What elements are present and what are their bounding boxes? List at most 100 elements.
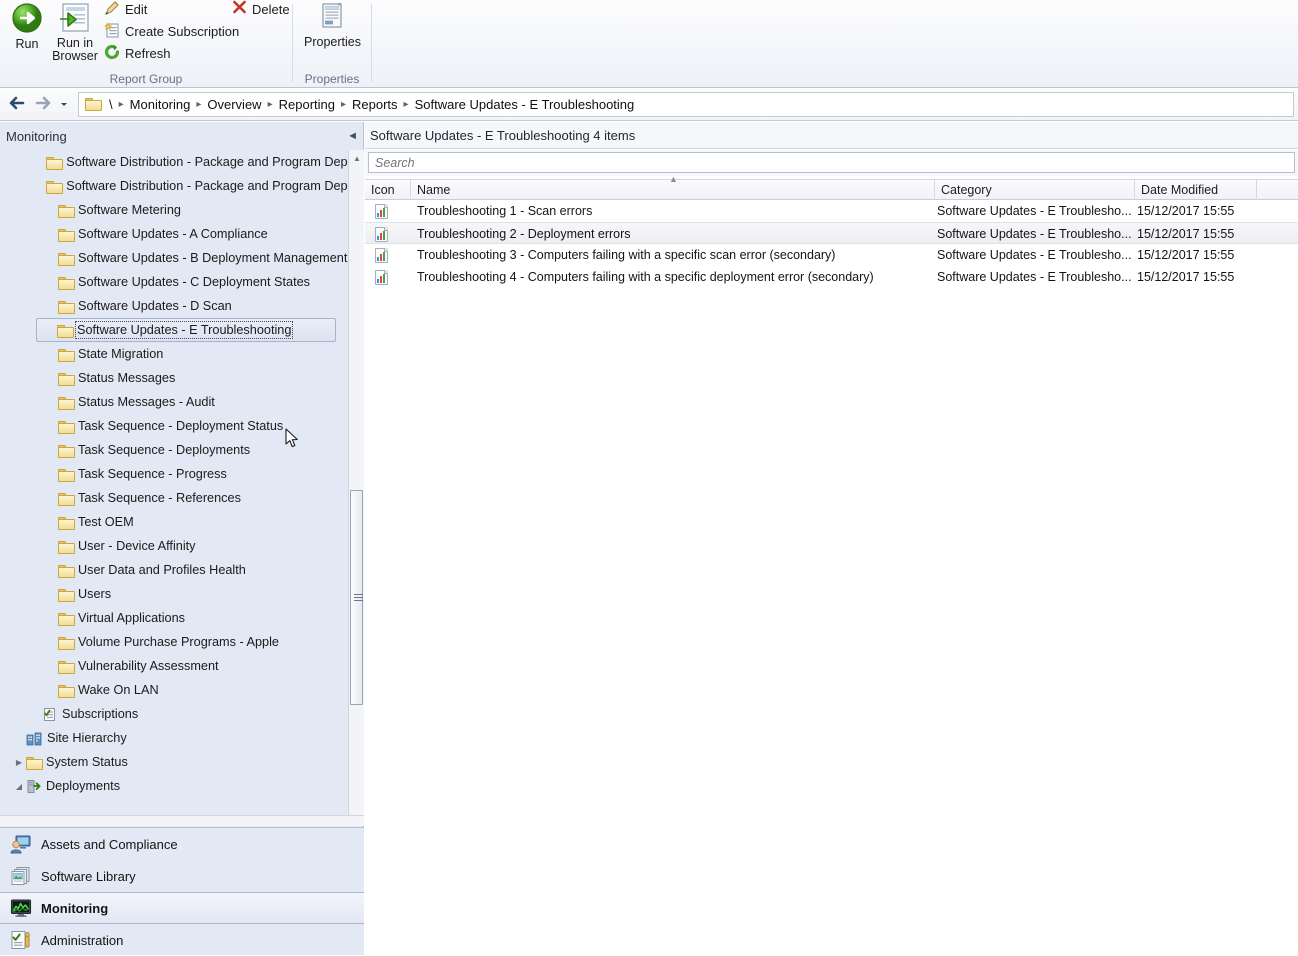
chevron-down-icon[interactable]: ◢ <box>12 782 26 791</box>
tree-item[interactable]: Software Updates - B Deployment Manageme… <box>0 246 348 270</box>
breadcrumb-item-reporting[interactable]: Reporting <box>274 97 340 112</box>
column-header-name[interactable]: Name ▲ <box>411 174 935 200</box>
folder-icon <box>58 492 75 506</box>
tree-item[interactable]: Vulnerability Assessment <box>0 654 348 678</box>
tree-item[interactable]: Users <box>0 582 348 606</box>
breadcrumb-separator: ▸ <box>340 99 347 110</box>
forward-arrow-icon <box>33 93 53 116</box>
tree-item[interactable]: Status Messages - Audit <box>0 390 348 414</box>
tree-expander-spacer <box>44 614 58 623</box>
search-input[interactable] <box>368 152 1295 173</box>
properties-button[interactable]: Properties <box>304 2 361 49</box>
tree-item[interactable]: Task Sequence - Deployment Status <box>0 414 348 438</box>
forward-button[interactable] <box>30 92 56 118</box>
folder-icon <box>58 396 75 410</box>
administration-icon <box>10 930 32 950</box>
column-header-name-label: Name <box>417 183 451 197</box>
refresh-button[interactable]: Refresh <box>104 44 171 63</box>
tree-vertical-scrollbar[interactable]: ▲ ▼ <box>348 150 364 826</box>
tree-item[interactable]: State Migration <box>0 342 348 366</box>
tree-expander-spacer <box>44 446 58 455</box>
breadcrumb-separator: ▸ <box>118 99 124 110</box>
chevron-down-icon <box>59 98 69 112</box>
tree-item[interactable]: Virtual Applications <box>0 606 348 630</box>
back-button[interactable] <box>4 92 30 118</box>
table-cell-icon <box>375 200 411 222</box>
tree-item[interactable]: Site Hierarchy <box>0 726 348 750</box>
tree-expander-spacer <box>44 686 58 695</box>
tree-item-selected[interactable]: Software Updates - E Troubleshooting <box>36 318 336 342</box>
table-cell-category: Software Updates - E Troublesho... <box>937 227 1132 241</box>
tree-item[interactable]: Software Metering <box>0 198 348 222</box>
tree-item[interactable]: User Data and Profiles Health <box>0 558 348 582</box>
workspace-button-software-library[interactable]: Software Library <box>0 860 364 892</box>
tree-item[interactable]: Software Updates - C Deployment States <box>0 270 348 294</box>
run-button[interactable]: Run <box>6 2 48 51</box>
breadcrumb-item-overview[interactable]: Overview <box>202 97 266 112</box>
breadcrumb-item-current[interactable]: Software Updates - E Troubleshooting <box>410 97 640 112</box>
tree-item[interactable]: Status Messages <box>0 366 348 390</box>
tree-horizontal-scrollbar[interactable] <box>0 815 364 826</box>
breadcrumb[interactable]: \ ▸ Monitoring ▸ Overview ▸ Reporting ▸ … <box>78 92 1294 117</box>
table-cell-date: 15/12/2017 15:55 <box>1137 270 1235 284</box>
column-header-icon[interactable]: Icon <box>365 180 411 200</box>
tree-item[interactable]: Wake On LAN <box>0 678 348 702</box>
workspace-button-assets-and-compliance[interactable]: Assets and Compliance <box>0 828 364 860</box>
tree-item[interactable]: Subscriptions <box>0 702 348 726</box>
folder-icon <box>58 444 75 458</box>
scroll-up-arrow-icon[interactable]: ▲ <box>349 150 365 166</box>
table-row[interactable]: Troubleshooting 3 - Computers failing wi… <box>365 244 1298 266</box>
ribbon-group-divider-2 <box>371 4 372 82</box>
breadcrumb-root[interactable]: \ <box>104 97 118 112</box>
tree-item-label: State Migration <box>78 347 164 361</box>
table-body: Troubleshooting 1 - Scan errors Software … <box>365 200 1298 288</box>
folder-icon <box>58 516 75 530</box>
workspace-button-label: Assets and Compliance <box>41 836 178 852</box>
tree-item[interactable]: Software Updates - D Scan <box>0 294 348 318</box>
workspace-button-administration[interactable]: Administration <box>0 924 364 956</box>
tree-item-label: System Status <box>46 755 128 769</box>
table-cell-category: Software Updates - E Troublesho... <box>937 270 1132 284</box>
breadcrumb-item-monitoring[interactable]: Monitoring <box>125 97 196 112</box>
column-header-date-label: Date Modified <box>1141 183 1219 197</box>
edit-button[interactable]: Edit <box>104 0 147 19</box>
chevron-right-icon[interactable]: ▶ <box>12 758 26 767</box>
table-row[interactable]: Troubleshooting 1 - Scan errors Software … <box>365 200 1298 222</box>
delete-button[interactable]: Delete <box>232 0 290 18</box>
column-header-date[interactable]: Date Modified <box>1135 180 1257 200</box>
column-header-category[interactable]: Category <box>935 180 1135 200</box>
monitoring-icon <box>10 898 32 918</box>
breadcrumb-item-reports[interactable]: Reports <box>347 97 403 112</box>
tree-item[interactable]: Software Distribution - Package and Prog… <box>0 150 348 174</box>
workspace-button-monitoring[interactable]: Monitoring <box>0 892 364 924</box>
properties-button-label: Properties <box>304 35 361 49</box>
tree-item[interactable]: ▶ System Status <box>0 750 348 774</box>
run-in-browser-label-line2: Browser <box>52 49 98 63</box>
red-x-icon <box>232 0 247 18</box>
report-icon <box>375 247 388 263</box>
folder-icon <box>57 324 74 338</box>
tree-item[interactable]: Task Sequence - Deployments <box>0 438 348 462</box>
history-dropdown-button[interactable] <box>56 92 72 118</box>
tree-item[interactable]: Task Sequence - References <box>0 486 348 510</box>
tree-item[interactable]: Task Sequence - Progress <box>0 462 348 486</box>
tree-expander-spacer <box>44 398 58 407</box>
tree-item[interactable]: ◢ Deployments <box>0 774 348 798</box>
tree-scrollbar-thumb[interactable] <box>350 490 363 705</box>
tree-item[interactable]: Volume Purchase Programs - Apple <box>0 630 348 654</box>
tree-item[interactable]: Software Distribution - Package and Prog… <box>0 174 348 198</box>
navigation-tree[interactable]: Software Distribution - Package and Prog… <box>0 150 348 826</box>
tree-item-label: Status Messages - Audit <box>78 395 215 409</box>
collapse-left-icon[interactable]: ◄ <box>347 130 358 142</box>
workspace-button-label: Administration <box>41 932 124 948</box>
tree-item[interactable]: Software Updates - A Compliance <box>0 222 348 246</box>
table-row[interactable]: Troubleshooting 2 - Deployment errors Sof… <box>365 222 1298 244</box>
folder-icon <box>58 588 75 602</box>
tree-item[interactable]: User - Device Affinity <box>0 534 348 558</box>
run-in-browser-button[interactable]: Run in Browser <box>50 2 100 63</box>
navigation-bar: \ ▸ Monitoring ▸ Overview ▸ Reporting ▸ … <box>0 89 1298 121</box>
table-row[interactable]: Troubleshooting 4 - Computers failing wi… <box>365 266 1298 288</box>
tree-item[interactable]: Test OEM <box>0 510 348 534</box>
tree-item-label: Subscriptions <box>62 707 139 721</box>
create-subscription-button[interactable]: Create Subscription <box>104 22 239 41</box>
